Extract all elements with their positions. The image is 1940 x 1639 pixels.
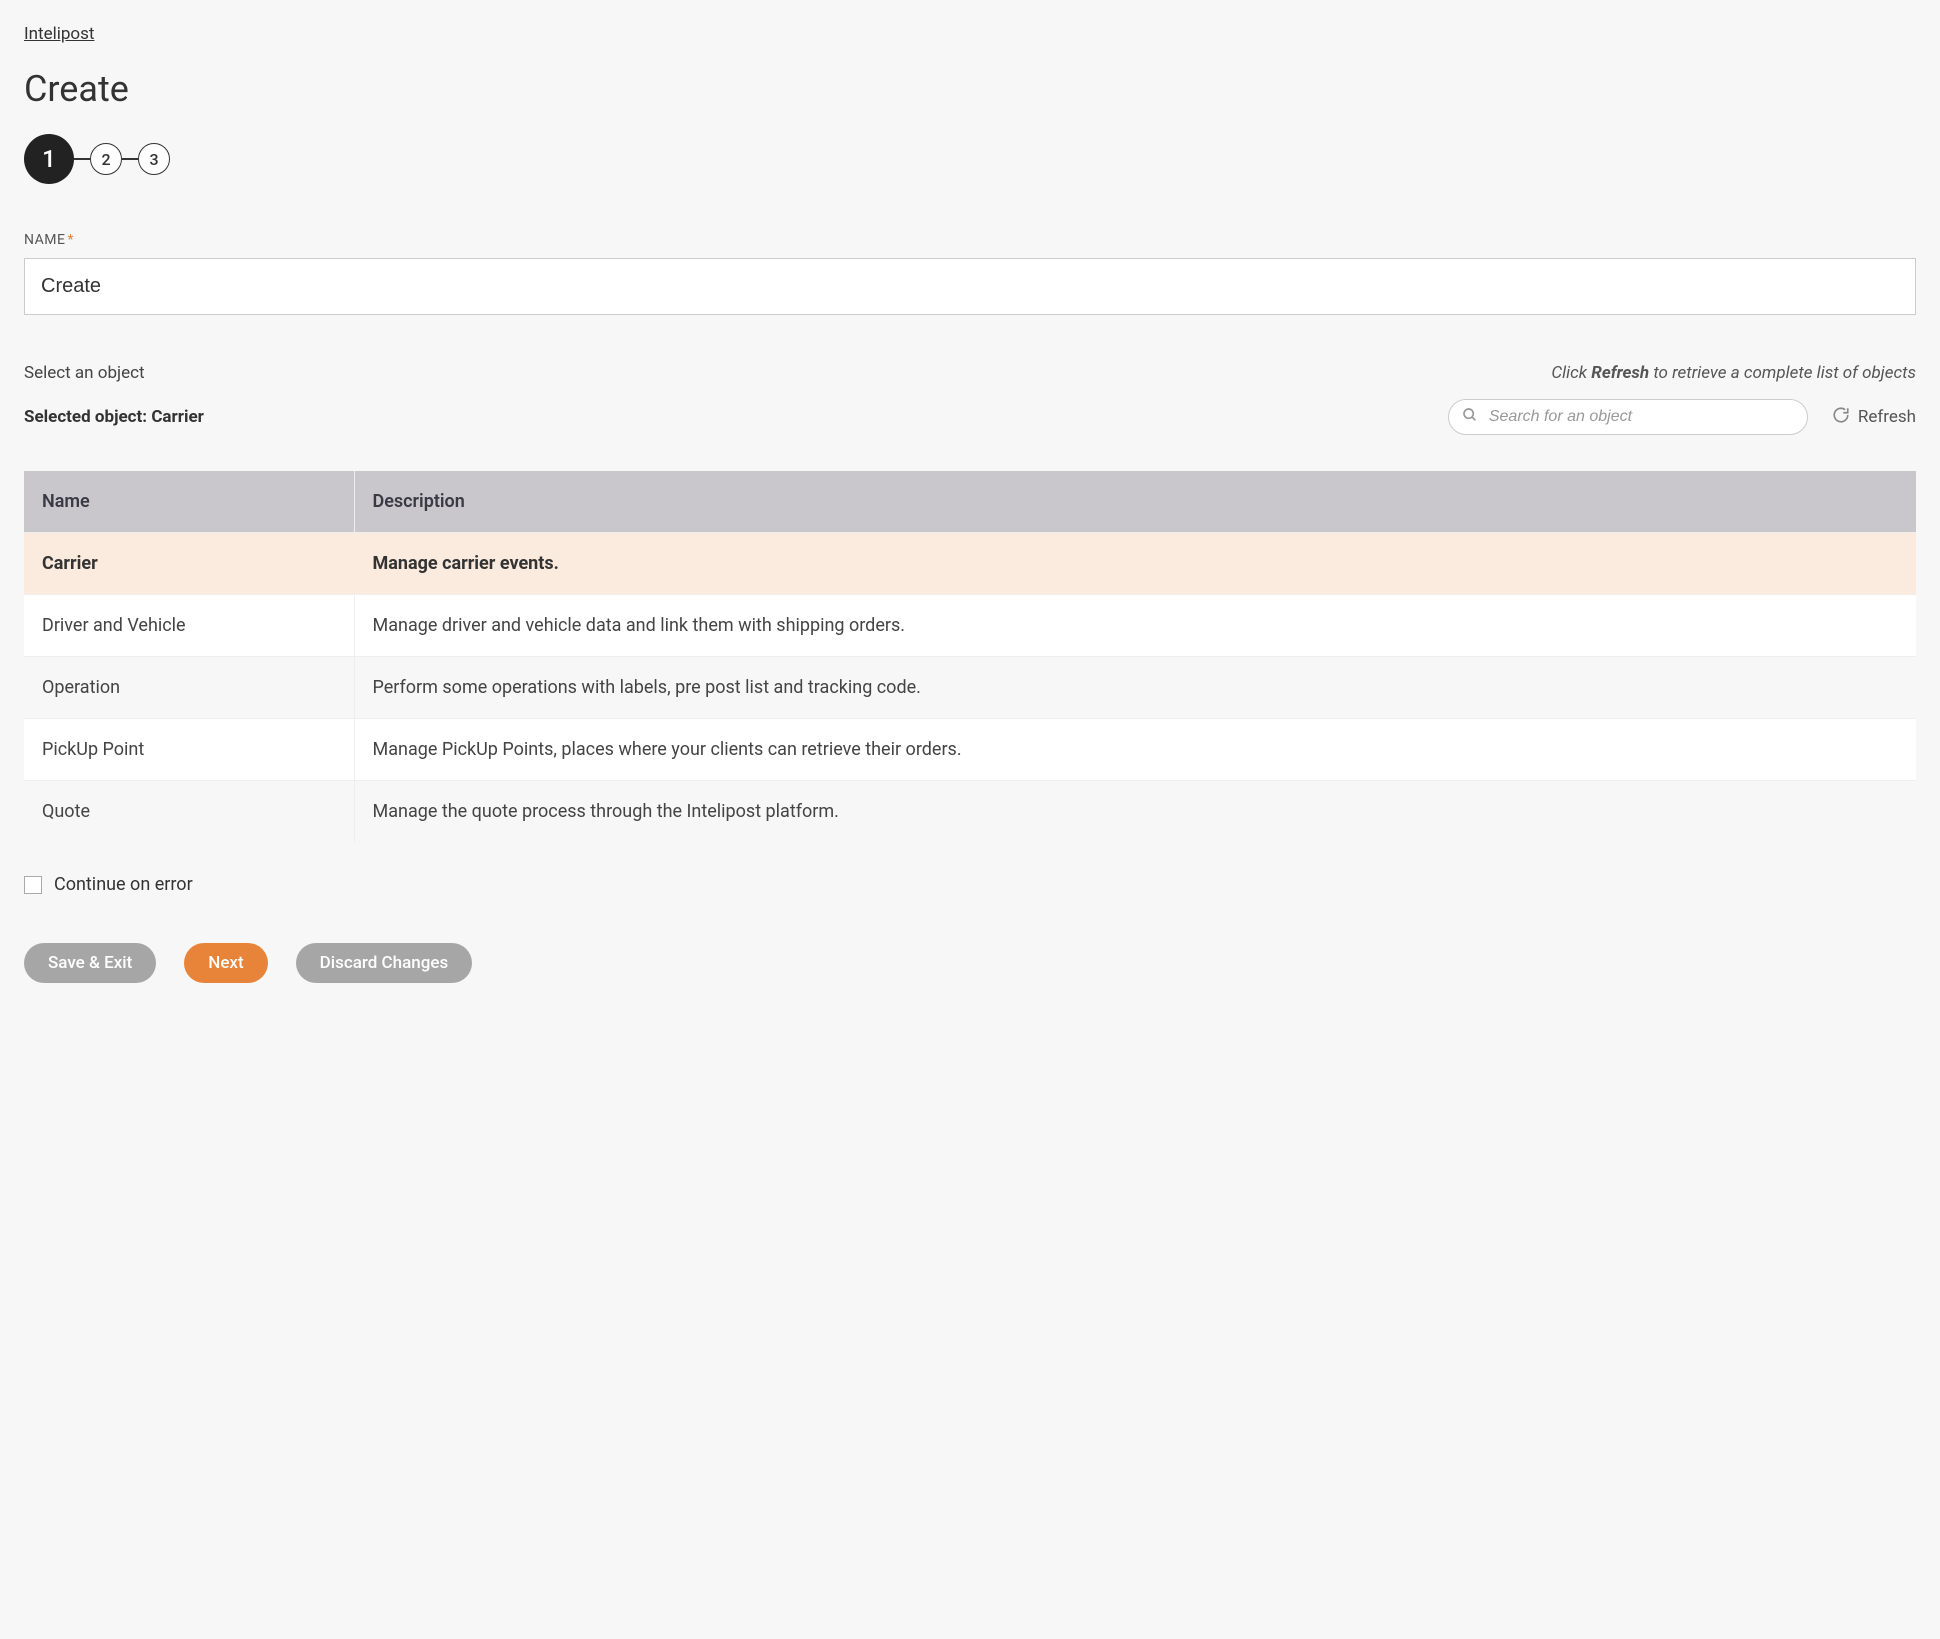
table-row[interactable]: OperationPerform some operations with la…	[24, 657, 1916, 719]
select-object-label: Select an object	[24, 363, 145, 383]
discard-button[interactable]: Discard Changes	[296, 943, 473, 983]
table-cell-name: PickUp Point	[24, 719, 354, 781]
search-icon	[1462, 407, 1478, 427]
table-row[interactable]: QuoteManage the quote process through th…	[24, 781, 1916, 843]
table-cell-description: Manage the quote process through the Int…	[354, 781, 1916, 843]
step-1[interactable]: 1	[24, 134, 74, 184]
next-button[interactable]: Next	[184, 943, 267, 983]
table-header-description: Description	[354, 471, 1916, 533]
required-mark: *	[67, 232, 74, 248]
table-cell-description: Manage carrier events.	[354, 533, 1916, 595]
refresh-button-label: Refresh	[1858, 407, 1916, 427]
continue-on-error-checkbox[interactable]	[24, 876, 42, 894]
page-title: Create	[24, 68, 1916, 110]
table-row[interactable]: Driver and VehicleManage driver and vehi…	[24, 595, 1916, 657]
refresh-hint: Click Refresh to retrieve a complete lis…	[1551, 363, 1916, 383]
name-field-label: NAME*	[24, 232, 1916, 248]
refresh-icon	[1832, 406, 1850, 429]
table-header-name: Name	[24, 471, 354, 533]
table-row[interactable]: CarrierManage carrier events.	[24, 533, 1916, 595]
name-input[interactable]	[24, 258, 1916, 315]
step-indicator: 1 2 3	[24, 134, 1916, 184]
objects-table: Name Description CarrierManage carrier e…	[24, 471, 1916, 842]
step-2[interactable]: 2	[90, 143, 122, 175]
table-cell-name: Driver and Vehicle	[24, 595, 354, 657]
refresh-button[interactable]: Refresh	[1832, 406, 1916, 429]
step-3[interactable]: 3	[138, 143, 170, 175]
breadcrumb-link[interactable]: Intelipost	[24, 24, 94, 44]
step-connector	[74, 158, 90, 160]
table-cell-description: Manage PickUp Points, places where your …	[354, 719, 1916, 781]
selected-object-label: Selected object: Carrier	[24, 407, 204, 427]
table-cell-description: Manage driver and vehicle data and link …	[354, 595, 1916, 657]
search-input[interactable]	[1448, 399, 1808, 435]
step-connector	[122, 158, 138, 160]
table-row[interactable]: PickUp PointManage PickUp Points, places…	[24, 719, 1916, 781]
continue-on-error-label: Continue on error	[54, 874, 193, 895]
table-cell-name: Quote	[24, 781, 354, 843]
table-cell-name: Carrier	[24, 533, 354, 595]
table-cell-description: Perform some operations with labels, pre…	[354, 657, 1916, 719]
save-exit-button[interactable]: Save & Exit	[24, 943, 156, 983]
table-cell-name: Operation	[24, 657, 354, 719]
